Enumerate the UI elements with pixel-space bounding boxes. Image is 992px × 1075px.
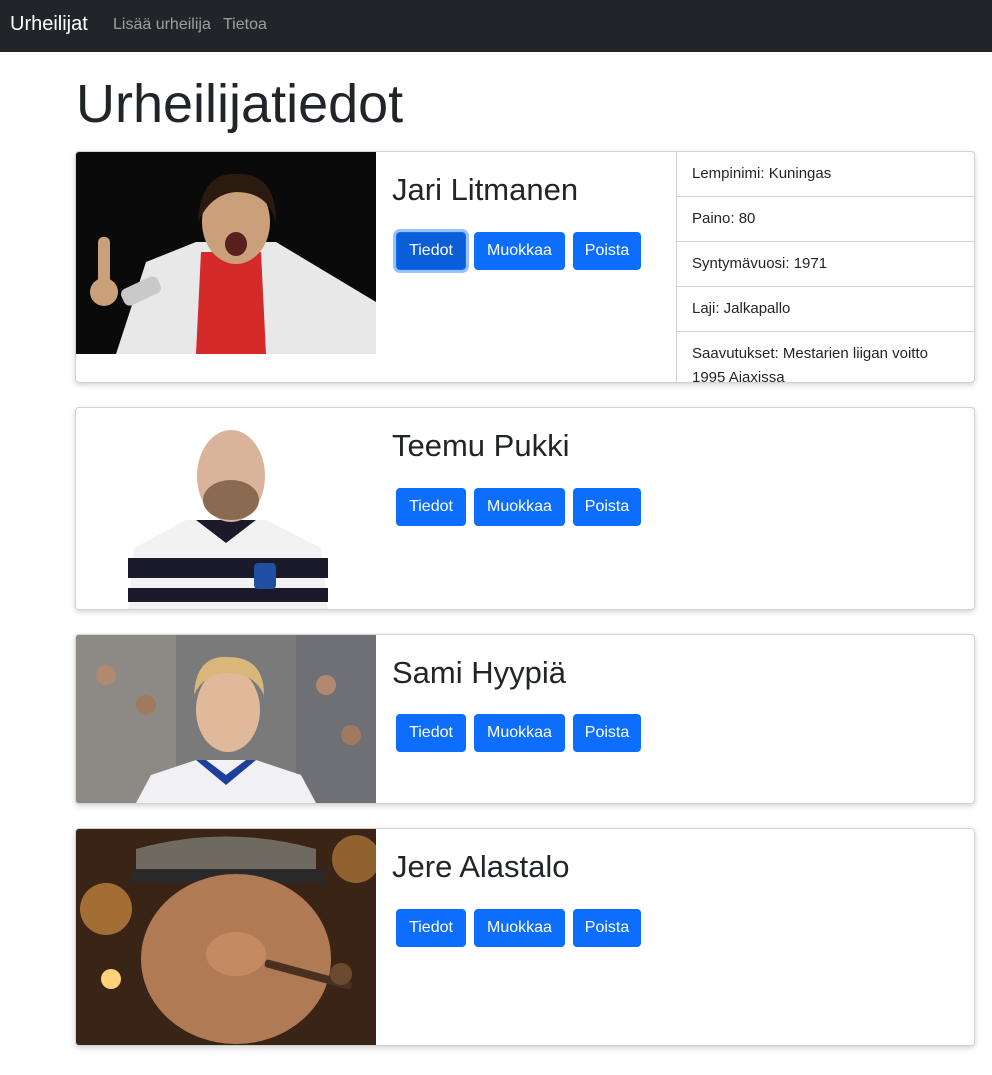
athlete-name: Sami Hyypiä: [392, 655, 566, 690]
nav-link-add-athlete[interactable]: Lisää urheilija: [113, 16, 211, 34]
athlete-photo: [76, 829, 376, 1045]
delete-button[interactable]: Poista: [573, 909, 641, 947]
athlete-photo: [76, 408, 376, 609]
nav-link-about[interactable]: Tietoa: [223, 16, 267, 34]
navbar-brand[interactable]: Urheilijat: [10, 13, 88, 36]
edit-button[interactable]: Muokkaa: [474, 488, 565, 526]
athlete-name: Jari Litmanen: [392, 172, 579, 207]
athlete-card: Sami Hyypiä Tiedot Muokkaa Poista: [75, 634, 975, 804]
edit-button[interactable]: Muokkaa: [474, 909, 565, 947]
navbar: Urheilijat Lisää urheilija Tietoa: [0, 0, 992, 52]
delete-button[interactable]: Poista: [573, 488, 641, 526]
details-button[interactable]: Tiedot: [396, 714, 466, 752]
edit-button[interactable]: Muokkaa: [474, 714, 565, 752]
details-button[interactable]: Tiedot: [396, 488, 466, 526]
page-title: Urheilijatiedot: [76, 74, 404, 134]
athlete-card: Jere Alastalo Tiedot Muokkaa Poista: [75, 828, 975, 1046]
detail-achievements: Saavutukset: Mestarien liigan voitto 199…: [692, 345, 928, 383]
athlete-card: Teemu Pukki Tiedot Muokkaa Poista: [75, 407, 975, 610]
details-button[interactable]: Tiedot: [396, 232, 466, 270]
detail-nickname: Lempinimi: Kuningas: [677, 152, 974, 197]
athlete-photo: [76, 152, 376, 354]
detail-weight: Paino: 80: [677, 197, 974, 242]
delete-button[interactable]: Poista: [573, 232, 641, 270]
details-button[interactable]: Tiedot: [396, 909, 466, 947]
athlete-card: Jari Litmanen Tiedot Muokkaa Poista Lemp…: [75, 151, 975, 383]
athlete-name: Teemu Pukki: [392, 428, 570, 463]
athlete-photo: [76, 635, 376, 803]
detail-sport: Laji: Jalkapallo: [677, 287, 974, 332]
athlete-details-list: Lempinimi: Kuningas Paino: 80 Syntymävuo…: [676, 152, 974, 383]
edit-button[interactable]: Muokkaa: [474, 232, 565, 270]
delete-button[interactable]: Poista: [573, 714, 641, 752]
detail-birth-year: Syntymävuosi: 1971: [677, 242, 974, 287]
athlete-name: Jere Alastalo: [392, 849, 570, 884]
